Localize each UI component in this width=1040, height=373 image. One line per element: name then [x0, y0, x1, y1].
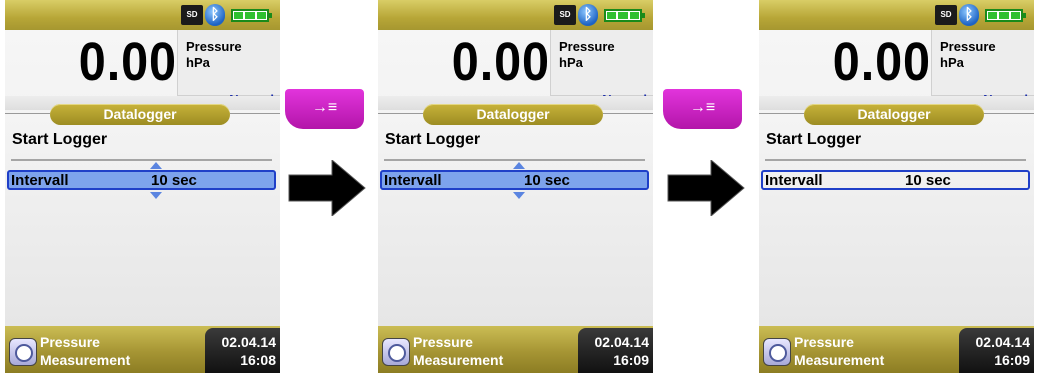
date-label: 02.04.14	[975, 334, 1031, 350]
measurement-value: 0.00	[451, 32, 550, 92]
sd-card-icon: SD	[935, 5, 957, 25]
measurement-name: Pressure	[940, 39, 996, 54]
interval-value[interactable]: 10 sec	[905, 172, 951, 189]
sd-card-icon: SD	[181, 5, 203, 25]
interval-label: Intervall	[384, 172, 442, 189]
bluetooth-icon: ᛒ	[205, 4, 225, 26]
unit-label: hPa	[559, 55, 583, 70]
time-label: 16:09	[613, 352, 649, 368]
device-screen-3: SD ᛒ 0.00 Pressure hPa Normal Datalogger…	[759, 0, 1034, 373]
increase-arrow-icon[interactable]	[150, 162, 162, 169]
interval-value[interactable]: 10 sec	[151, 172, 197, 189]
datalogger-tab[interactable]: Datalogger	[804, 104, 984, 125]
measurement-mode-line2: Measurement	[413, 352, 504, 368]
unit-box: Pressure hPa Normal	[931, 30, 1034, 107]
interval-row[interactable]: Intervall 10 sec	[761, 170, 1030, 190]
divider	[11, 159, 272, 161]
measurement-value: 0.00	[832, 32, 931, 92]
measurement-mode-line2: Measurement	[40, 352, 131, 368]
bluetooth-icon: ᛒ	[578, 4, 598, 26]
time-label: 16:09	[994, 352, 1030, 368]
start-logger-item[interactable]: Start Logger	[12, 131, 107, 149]
interval-row[interactable]: Intervall 10 sec	[7, 170, 276, 190]
measurement-value: 0.00	[78, 32, 177, 92]
sd-card-icon: SD	[554, 5, 576, 25]
unit-label: hPa	[186, 55, 210, 70]
divider	[765, 159, 1026, 161]
divider	[384, 159, 645, 161]
decrease-arrow-icon[interactable]	[513, 192, 525, 199]
time-label: 16:08	[240, 352, 276, 368]
decrease-arrow-icon[interactable]	[150, 192, 162, 199]
unit-label: hPa	[940, 55, 964, 70]
measurement-name: Pressure	[559, 39, 615, 54]
start-logger-item[interactable]: Start Logger	[766, 131, 861, 149]
enter-list-icon[interactable]: →≡	[663, 89, 742, 129]
status-bar: SD ᛒ	[5, 0, 280, 30]
enter-list-icon[interactable]: →≡	[285, 89, 364, 129]
right-arrow-icon	[667, 160, 745, 216]
gauge-icon	[763, 338, 791, 366]
interval-label: Intervall	[11, 172, 69, 189]
device-screen-1: SD ᛒ 0.00 Pressure hPa Normal Datalogger…	[5, 0, 280, 373]
battery-icon	[231, 9, 272, 22]
start-logger-item[interactable]: Start Logger	[385, 131, 480, 149]
clock-box: 02.04.14 16:09	[578, 328, 653, 373]
device-screen-2: SD ᛒ 0.00 Pressure hPa Normal Datalogger…	[378, 0, 653, 373]
battery-icon	[604, 9, 645, 22]
unit-box: Pressure hPa Normal	[177, 30, 280, 107]
gauge-icon	[9, 338, 37, 366]
bluetooth-icon: ᛒ	[959, 4, 979, 26]
increase-arrow-icon[interactable]	[513, 162, 525, 169]
datalogger-tab[interactable]: Datalogger	[423, 104, 603, 125]
measurement-mode-line2: Measurement	[794, 352, 885, 368]
battery-icon	[985, 9, 1026, 22]
measurement-name: Pressure	[186, 39, 242, 54]
status-bar: SD ᛒ	[378, 0, 653, 30]
interval-value[interactable]: 10 sec	[524, 172, 570, 189]
date-label: 02.04.14	[221, 334, 277, 350]
gauge-icon	[382, 338, 410, 366]
right-arrow-icon	[288, 160, 366, 216]
clock-box: 02.04.14 16:09	[959, 328, 1034, 373]
interval-row[interactable]: Intervall 10 sec	[380, 170, 649, 190]
measurement-mode-line1: Pressure	[40, 334, 100, 350]
datalogger-tab[interactable]: Datalogger	[50, 104, 230, 125]
unit-box: Pressure hPa Normal	[550, 30, 653, 107]
status-bar: SD ᛒ	[759, 0, 1034, 30]
measurement-mode-line1: Pressure	[413, 334, 473, 350]
interval-label: Intervall	[765, 172, 823, 189]
measurement-mode-line1: Pressure	[794, 334, 854, 350]
date-label: 02.04.14	[594, 334, 650, 350]
clock-box: 02.04.14 16:08	[205, 328, 280, 373]
